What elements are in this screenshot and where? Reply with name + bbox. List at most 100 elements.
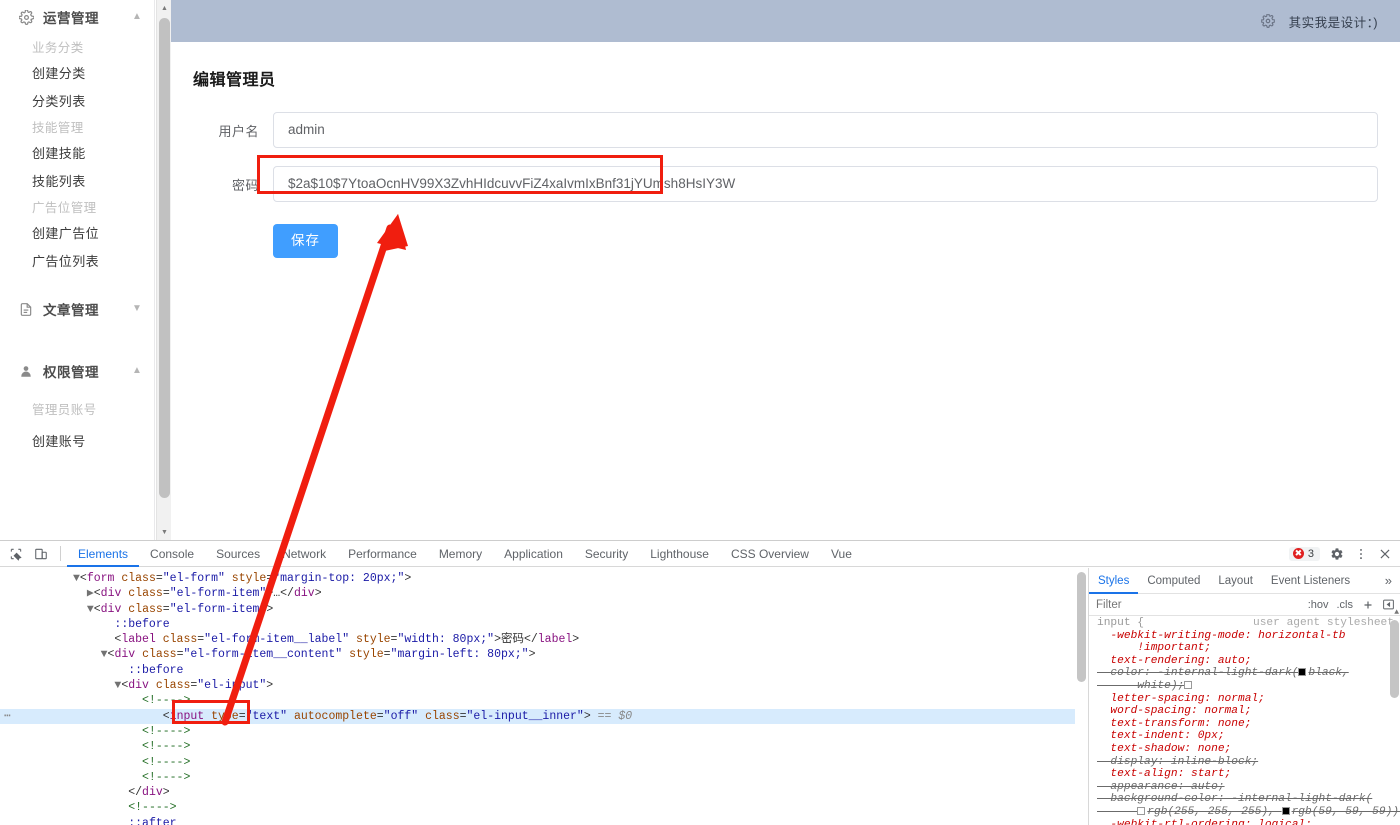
css-declaration[interactable]: text-transform: none; xyxy=(1097,718,1400,731)
password-input[interactable] xyxy=(273,166,1378,202)
current-user-label[interactable]: 其实我是设计：) xyxy=(1289,12,1378,31)
sidebar-sub-business-category[interactable]: 业务分类 xyxy=(0,34,154,58)
dom-node[interactable]: <!----> xyxy=(0,739,1088,754)
scrollbar-thumb[interactable] xyxy=(1077,572,1086,682)
dom-token-val: "text" xyxy=(245,709,288,723)
sidebar-navigation: 运营管理 ▲ 业务分类 创建分类 分类列表 技能管理 创建技能 技能列表 广告位… xyxy=(0,0,155,540)
dom-node[interactable]: ▼<div class="el-form-item"> xyxy=(0,602,1088,617)
sidebar-item-skill-list[interactable]: 技能列表 xyxy=(0,166,154,194)
css-declaration[interactable]: !important; xyxy=(1097,642,1400,655)
tab-event-listeners[interactable]: Event Listeners xyxy=(1262,568,1359,594)
dom-node[interactable]: <!----> xyxy=(0,800,1088,815)
styles-filter-input[interactable] xyxy=(1094,597,1300,612)
tab-application[interactable]: Application xyxy=(493,541,574,567)
css-declaration[interactable]: background-color: -internal-light-dark( xyxy=(1097,793,1400,806)
save-button[interactable]: 保存 xyxy=(273,224,338,258)
username-input[interactable] xyxy=(273,112,1378,148)
css-declaration[interactable]: -webkit-rtl-ordering: logical; xyxy=(1097,819,1400,825)
color-swatch[interactable] xyxy=(1137,806,1146,815)
css-declaration[interactable]: display: inline-block; xyxy=(1097,756,1400,769)
sidebar-group-permissions[interactable]: 权限管理 ▲ xyxy=(0,354,154,388)
dom-tree-scrollbar[interactable] xyxy=(1075,568,1088,825)
dom-node[interactable]: ▼<div class="el-input"> xyxy=(0,678,1088,693)
color-swatch[interactable] xyxy=(1281,806,1290,815)
styles-scroll-up-icon[interactable]: ▲ xyxy=(1394,608,1399,617)
chevron-down-icon: ▼ xyxy=(132,303,142,314)
tab-layout[interactable]: Layout xyxy=(1209,568,1262,594)
sidebar-item-ad-slot-list[interactable]: 广告位列表 xyxy=(0,246,154,274)
more-tabs-icon[interactable]: » xyxy=(1385,573,1400,588)
css-declaration[interactable]: text-shadow: none; xyxy=(1097,743,1400,756)
dom-node[interactable]: </div> xyxy=(0,785,1088,800)
color-swatch[interactable] xyxy=(1298,668,1307,677)
css-declaration[interactable]: text-indent: 0px; xyxy=(1097,730,1400,743)
sidebar-sub-skill-management[interactable]: 技能管理 xyxy=(0,114,154,138)
tab-memory[interactable]: Memory xyxy=(428,541,493,567)
css-declaration[interactable]: rgb(255, 255, 255), rgb(59, 59, 59)); xyxy=(1097,806,1400,819)
class-toggle-button[interactable]: .cls xyxy=(1337,599,1354,611)
dom-node[interactable]: <!----> xyxy=(0,770,1088,785)
tab-sources[interactable]: Sources xyxy=(205,541,271,567)
dom-node-selected[interactable]: ⋯ <input type="text" autocomplete="off" … xyxy=(0,708,1088,724)
plus-icon[interactable] xyxy=(1361,598,1374,611)
sidebar-item-create-skill[interactable]: 创建技能 xyxy=(0,138,154,166)
dom-token-cmt: <!----> xyxy=(128,801,177,815)
tab-console[interactable]: Console xyxy=(139,541,205,567)
tab-performance[interactable]: Performance xyxy=(337,541,428,567)
dom-tree-pane[interactable]: ▼<form class="el-form" style="margin-top… xyxy=(0,568,1088,825)
sidebar-item-create-account[interactable]: 创建账号 xyxy=(0,426,154,454)
sidebar-item-category-list[interactable]: 分类列表 xyxy=(0,86,154,114)
css-declaration[interactable]: text-align: start; xyxy=(1097,768,1400,781)
gear-icon[interactable] xyxy=(1329,546,1344,561)
close-icon[interactable] xyxy=(1377,546,1392,561)
gear-icon[interactable] xyxy=(1261,14,1276,29)
css-declaration[interactable]: white); xyxy=(1097,680,1400,693)
styles-scrollbar-thumb[interactable] xyxy=(1390,620,1399,698)
dom-node[interactable]: ::before xyxy=(0,663,1088,678)
css-declaration[interactable]: text-rendering: auto; xyxy=(1097,655,1400,668)
scrollbar-arrow-down-icon[interactable]: ▼ xyxy=(157,524,172,540)
dom-node[interactable]: ::before xyxy=(0,617,1088,632)
css-declaration[interactable]: word-spacing: normal; xyxy=(1097,705,1400,718)
tab-css-overview[interactable]: CSS Overview xyxy=(720,541,820,567)
dom-node[interactable]: <label class="el-form-item__label" style… xyxy=(0,632,1088,647)
inspect-element-icon[interactable] xyxy=(8,546,23,561)
css-rule-header[interactable]: input {user agent stylesheet xyxy=(1097,617,1400,630)
dom-node[interactable]: <!----> xyxy=(0,724,1088,739)
sidebar-sub-admin-account[interactable]: 管理员账号 xyxy=(0,396,154,420)
error-count-badge[interactable]: ✖ 3 xyxy=(1288,546,1320,561)
dom-node[interactable]: ▼<div class="el-form-item__content" styl… xyxy=(0,647,1088,662)
color-swatch[interactable] xyxy=(1184,680,1193,689)
tab-styles[interactable]: Styles xyxy=(1089,568,1139,594)
tab-security[interactable]: Security xyxy=(574,541,639,567)
dom-node[interactable]: ▼<form class="el-form" style="margin-top… xyxy=(0,571,1088,586)
sidebar-toggle-icon[interactable] xyxy=(1382,598,1395,611)
css-declaration[interactable]: appearance: auto; xyxy=(1097,781,1400,794)
sidebar-item-create-ad-slot[interactable]: 创建广告位 xyxy=(0,218,154,246)
dom-node[interactable]: <!----> xyxy=(0,693,1088,708)
more-vertical-icon[interactable] xyxy=(1353,546,1368,561)
sidebar-group-articles[interactable]: 文章管理 ▼ xyxy=(0,292,154,326)
css-declaration[interactable]: -webkit-writing-mode: horizontal-tb xyxy=(1097,630,1400,643)
dom-token-attr: class xyxy=(128,602,163,616)
dom-indent xyxy=(4,633,114,646)
sidebar-scrollbar[interactable]: ▲ ▼ xyxy=(156,0,172,540)
device-toolbar-icon[interactable] xyxy=(33,546,48,561)
scrollbar-thumb[interactable] xyxy=(159,18,170,498)
scrollbar-arrow-up-icon[interactable]: ▲ xyxy=(157,0,172,16)
sidebar-group-operations[interactable]: 运营管理 ▲ xyxy=(0,0,154,34)
tab-computed[interactable]: Computed xyxy=(1138,568,1209,594)
dom-node[interactable]: <!----> xyxy=(0,755,1088,770)
sidebar-item-create-category[interactable]: 创建分类 xyxy=(0,58,154,86)
tab-vue[interactable]: Vue xyxy=(820,541,863,567)
css-declaration[interactable]: letter-spacing: normal; xyxy=(1097,693,1400,706)
tab-lighthouse[interactable]: Lighthouse xyxy=(639,541,720,567)
hover-state-button[interactable]: :hov xyxy=(1308,599,1329,611)
css-declaration[interactable]: color: -internal-light-dark(black, xyxy=(1097,667,1400,680)
tab-elements[interactable]: Elements xyxy=(67,541,140,567)
sidebar-sub-ad-slot-management[interactable]: 广告位管理 xyxy=(0,194,154,218)
dom-node[interactable]: ▶<div class="el-form-item">…</div> xyxy=(0,586,1088,601)
dom-node[interactable]: ::after xyxy=(0,816,1088,825)
tab-network[interactable]: Network xyxy=(271,541,337,567)
chevron-up-icon: ▲ xyxy=(132,11,142,22)
